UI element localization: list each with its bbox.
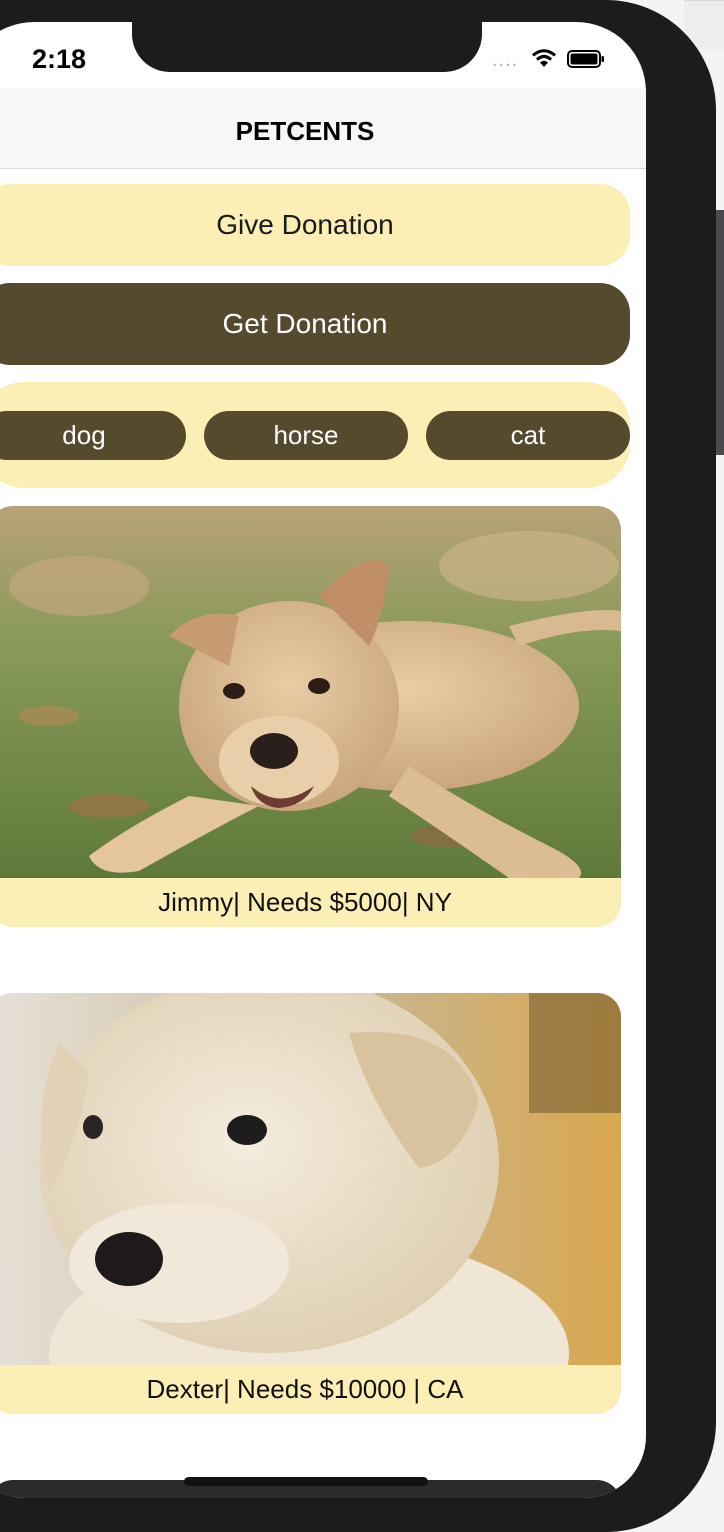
animal-filter-bar: dog horse cat: [0, 382, 630, 488]
signal-icon: ....: [492, 49, 519, 71]
phone-notch: [132, 22, 482, 72]
puppy-photo: [0, 506, 621, 878]
give-donation-button[interactable]: Give Donation: [0, 184, 630, 266]
pet-caption: Jimmy| Needs $5000| NY: [158, 887, 452, 917]
status-time: 2:18: [32, 44, 87, 74]
pet-caption: Dexter| Needs $10000 | CA: [146, 1374, 464, 1404]
pet-card[interactable]: Jimmy| Needs $5000| NY: [0, 506, 621, 927]
phone-frame: 2:18 .... PETCENTS Give Donation Get Don…: [0, 0, 716, 1532]
get-donation-button[interactable]: Get Donation: [0, 283, 630, 365]
navigation-bar: PETCENTS: [0, 88, 646, 169]
home-indicator: [184, 1477, 428, 1486]
phone-screen: 2:18 .... PETCENTS Give Donation Get Don…: [0, 22, 646, 1498]
puppy-photo: [0, 993, 621, 1365]
filter-horse-button[interactable]: horse: [204, 411, 408, 460]
page-title: PETCENTS: [235, 116, 375, 146]
wifi-icon: [532, 49, 556, 67]
pet-card[interactable]: Dexter| Needs $10000 | CA: [0, 993, 621, 1414]
filter-dog-button[interactable]: dog: [0, 411, 186, 460]
battery-icon: [567, 50, 604, 68]
desktop-background: 2:18 .... PETCENTS Give Donation Get Don…: [0, 0, 724, 1532]
filter-cat-button[interactable]: cat: [426, 411, 630, 460]
